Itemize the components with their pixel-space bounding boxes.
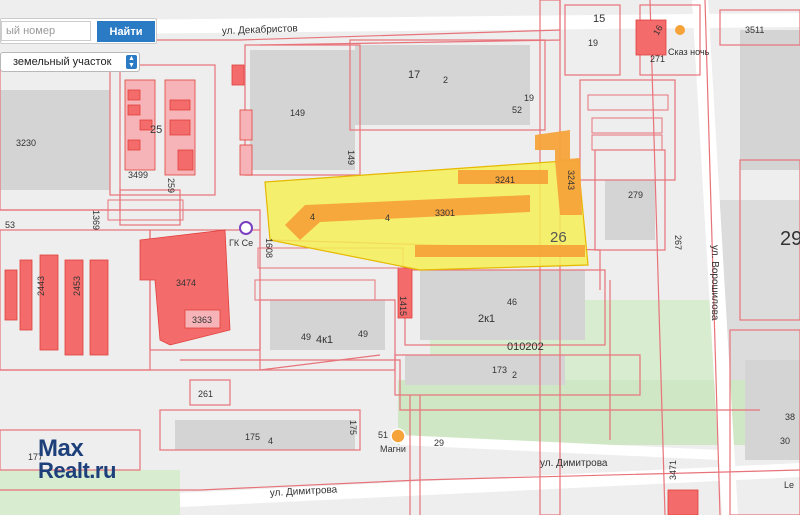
parcel-number: 3511 bbox=[745, 25, 764, 35]
parcel-number: 259 bbox=[166, 178, 176, 193]
parcel-number: 49 bbox=[301, 332, 311, 342]
parcel-number: 2 bbox=[443, 75, 448, 85]
object-type-select[interactable]: земельный участок ▲ ▼ bbox=[0, 52, 140, 72]
parcel-number: 279 bbox=[628, 190, 643, 200]
parcel-number: 19 bbox=[588, 38, 598, 48]
parcel-number: 3243 bbox=[566, 170, 576, 190]
parcel-number: 46 bbox=[507, 297, 517, 307]
parcel-number: 2443 bbox=[36, 276, 46, 296]
parcel-number: 19 bbox=[524, 93, 534, 103]
search-bar: Найти bbox=[0, 18, 157, 44]
parcel-number: 29 bbox=[780, 228, 800, 250]
street-label: ул. Ворошилова bbox=[709, 245, 720, 321]
parcel-number: 2к1 bbox=[478, 313, 495, 325]
parcel-number: 53 bbox=[5, 220, 15, 230]
parcel-number: 2453 bbox=[72, 276, 82, 296]
poi-label: Le bbox=[784, 480, 794, 490]
street-label: ул. Димитрова bbox=[540, 458, 608, 469]
parcel-number: 15 bbox=[593, 13, 605, 25]
parcel-number: 2 bbox=[512, 370, 517, 380]
watermark-line2: Realt.ru bbox=[38, 458, 116, 483]
select-arrows-icon: ▲ ▼ bbox=[126, 55, 137, 69]
object-type-value: земельный участок bbox=[13, 56, 112, 68]
parcel-number: 4 bbox=[310, 212, 315, 222]
parcel-number: 29 bbox=[434, 438, 444, 448]
parcel-number: 3363 bbox=[192, 315, 212, 325]
cadastral-map[interactable]: ул. Декабристов ул. Димитрова ул. Димитр… bbox=[0, 0, 800, 515]
cadastral-number-input[interactable] bbox=[1, 21, 91, 41]
parcel-number: 3230 bbox=[16, 138, 36, 148]
green-area bbox=[398, 380, 748, 445]
watermark-logo: Max Realt.ru bbox=[38, 435, 116, 483]
parcel-number: 49 bbox=[358, 329, 368, 339]
parcel-number: 51 bbox=[378, 430, 388, 440]
shop-icon[interactable] bbox=[390, 428, 406, 444]
parcel-number: 175 bbox=[348, 420, 358, 435]
parcel-number: 25 bbox=[150, 124, 162, 136]
parcel-number: 261 bbox=[198, 389, 213, 399]
parcel-number: 30 bbox=[780, 436, 790, 446]
poi-label: Сказ ночь bbox=[668, 47, 710, 57]
poi-label: Магни bbox=[380, 444, 406, 454]
parcel-number: 267 bbox=[673, 235, 683, 250]
parcel-number: 52 bbox=[512, 105, 522, 115]
parcel-number: 3499 bbox=[128, 170, 148, 180]
parcel-number: 1415 bbox=[398, 296, 408, 316]
parcel-number: 173 bbox=[492, 365, 507, 375]
watermark-line1: Max bbox=[38, 435, 84, 462]
parcel-number: 4 bbox=[385, 213, 390, 223]
parcel-number: 010202 bbox=[507, 341, 544, 353]
parcel-number: 4к1 bbox=[316, 334, 333, 346]
block-area bbox=[720, 200, 800, 380]
poi-label: ГК Се bbox=[229, 238, 253, 248]
parcel-number: 38 bbox=[785, 412, 795, 422]
parcel-number: 3301 bbox=[435, 208, 455, 218]
parcel-number: 26 bbox=[550, 229, 567, 246]
parcel-number: 1369 bbox=[91, 210, 101, 230]
find-button[interactable]: Найти bbox=[97, 21, 155, 42]
parcel-number: 4 bbox=[268, 436, 273, 446]
garage-coop-icon[interactable] bbox=[239, 221, 253, 235]
parcel-number: 17 bbox=[408, 69, 420, 81]
parcel-number: 3471 bbox=[668, 460, 678, 480]
parcel-number: 149 bbox=[346, 150, 356, 165]
shop-icon[interactable] bbox=[675, 25, 685, 35]
parcel-number: 175 bbox=[245, 432, 260, 442]
parcel-number: 271 bbox=[650, 54, 665, 64]
parcel-number: 149 bbox=[290, 108, 305, 118]
parcel-number: 1608 bbox=[264, 238, 274, 258]
parcel-number: 3474 bbox=[176, 278, 196, 288]
parcel-number: 3241 bbox=[495, 175, 515, 185]
